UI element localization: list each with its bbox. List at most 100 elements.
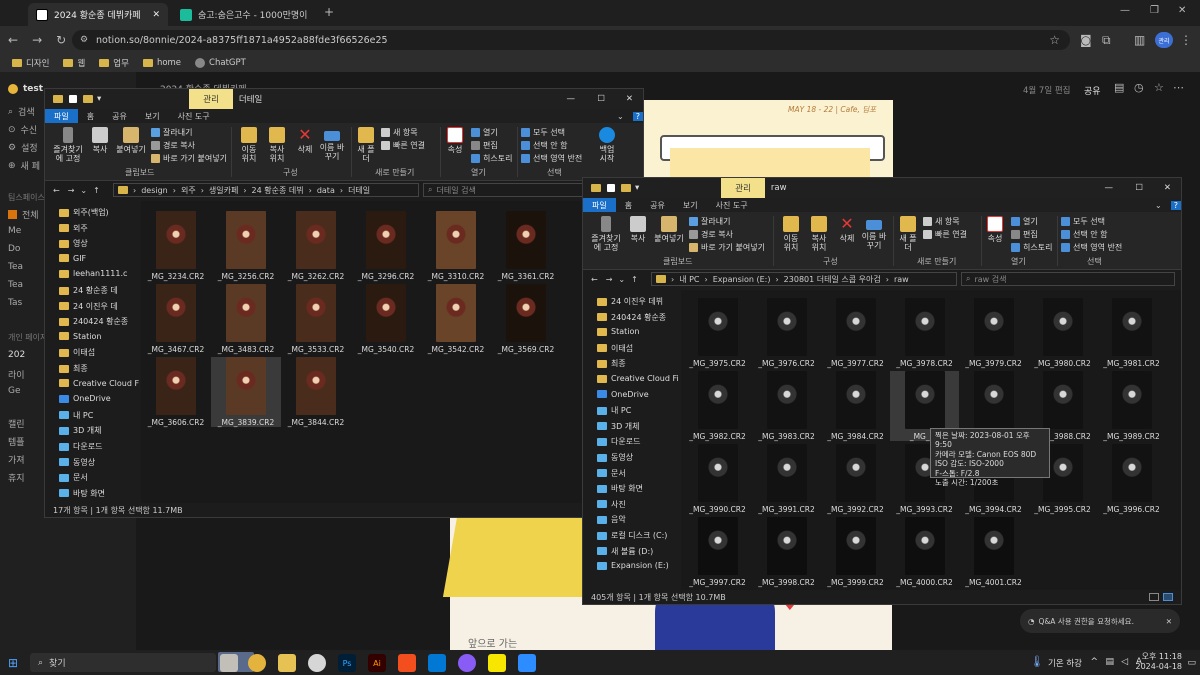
new-folder-button[interactable]: 새 폴더 [357, 127, 375, 163]
sidebar-item-templates[interactable]: 템플 [8, 435, 25, 448]
forward-icon[interactable]: → [32, 33, 42, 47]
sidebar-item-inbox[interactable]: ⊙ 수신 [8, 123, 37, 137]
comment-icon[interactable]: ▤ [1114, 81, 1124, 94]
path-segment[interactable]: 230801 더테일 스콥 우아검 [784, 274, 881, 285]
file-thumbnail[interactable]: _MG_3982.CR2 [683, 371, 752, 441]
file-thumbnail[interactable]: _MG_3983.CR2 [752, 371, 821, 441]
new-folder-button[interactable]: 새 폴더 [899, 216, 917, 252]
tree-item[interactable]: 다운로드 [597, 436, 640, 447]
file-explorer-icon[interactable] [278, 654, 296, 672]
tab-photo-tools[interactable]: 사진 도구 [169, 111, 219, 122]
sidebar-item-import[interactable]: 가져 [8, 453, 25, 466]
paste-shortcut-button[interactable]: 바로 가기 붙여넣기 [689, 242, 765, 253]
sidebar-item-2024[interactable]: 202 [8, 350, 25, 360]
file-thumbnail[interactable]: _MG_3975.CR2 [683, 298, 752, 368]
illustrator-icon[interactable]: Ai [368, 654, 386, 672]
cut-button[interactable]: 잘라내기 [689, 216, 730, 227]
tree-item[interactable]: 내 PC [597, 405, 631, 416]
tree-item[interactable]: GIF [59, 254, 86, 263]
sidebar-item-team[interactable]: Tea [8, 262, 23, 272]
sidebar-item-tasks[interactable]: Tas [8, 298, 22, 308]
file-thumbnail[interactable]: _MG_3996.CR2 [1097, 444, 1166, 514]
sidebar-item-docs[interactable]: Do [8, 244, 20, 254]
quick-access-check-icon[interactable] [607, 184, 615, 192]
back-icon[interactable]: ← [591, 275, 598, 284]
sidebar-item-library[interactable]: 라이 [8, 368, 25, 381]
file-thumbnail[interactable]: _MG_3839.CR2 [211, 357, 281, 427]
tray-chevron-icon[interactable]: ^ [1090, 657, 1098, 667]
file-thumbnail[interactable]: _MG_3991.CR2 [752, 444, 821, 514]
browser-tab[interactable]: 숨고:숨은고수 - 1000만명이 선 [172, 3, 322, 26]
edit-button[interactable]: 편집 [1011, 229, 1038, 240]
file-thumbnail[interactable]: _MG_3999.CR2 [821, 517, 890, 587]
invert-selection-button[interactable]: 선택 영역 반전 [1061, 242, 1122, 253]
close-icon[interactable]: ✕ [626, 94, 633, 104]
file-thumbnail[interactable]: _MG_3483.CR2 [211, 284, 281, 354]
copy-to-button[interactable]: 복사 위치 [807, 216, 831, 252]
tree-item[interactable]: 이태섭 [59, 347, 95, 358]
back-icon[interactable]: ← [53, 186, 60, 195]
help-icon[interactable]: ? [632, 111, 643, 121]
zoom-icon[interactable] [518, 654, 536, 672]
sidebar-item-team2[interactable]: Tea [8, 280, 23, 290]
app-icon[interactable] [308, 654, 326, 672]
star-icon[interactable]: ☆ [1049, 33, 1060, 47]
bookmark-work[interactable]: 업무 [99, 57, 129, 69]
tree-item[interactable]: 240424 황순종 [59, 316, 128, 327]
file-thumbnail[interactable]: _MG_3361.CR2 [491, 211, 561, 281]
minimize-icon[interactable]: — [1105, 183, 1114, 193]
tree-item[interactable]: 외주(백업) [59, 207, 109, 218]
file-thumbnail[interactable]: _MG_3256.CR2 [211, 211, 281, 281]
dropdown-icon[interactable]: ▾ [635, 183, 639, 193]
file-thumbnail[interactable]: _MG_3844.CR2 [281, 357, 351, 427]
path-segment[interactable]: 더테일 [348, 185, 370, 196]
sidebar-item-calendar[interactable]: 캘린 [8, 417, 25, 430]
sidebar-item-getting-started[interactable]: Ge [8, 386, 21, 396]
path-segment[interactable]: 외주 [181, 185, 196, 196]
tree-item[interactable]: Creative Cloud Fil [59, 379, 139, 388]
tree-item[interactable]: OneDrive [597, 390, 649, 399]
forward-icon[interactable]: → [606, 275, 613, 284]
tree-item[interactable]: 24 황순종 데 [59, 285, 118, 296]
bookmark-design[interactable]: 디자인 [12, 57, 49, 69]
paste-button[interactable]: 붙여넣기 [115, 127, 147, 154]
sidepanel-icon[interactable]: ▥ [1134, 33, 1145, 47]
select-all-button[interactable]: 모두 선택 [1061, 216, 1105, 227]
minimize-icon[interactable]: — [1120, 5, 1130, 16]
chevron-down-icon[interactable]: ⌄ [608, 112, 633, 121]
file-thumbnail[interactable]: _MG_3533.CR2 [281, 284, 351, 354]
file-thumbnail[interactable]: _MG_3977.CR2 [821, 298, 890, 368]
tab-share[interactable]: 공유 [641, 200, 674, 211]
share-button[interactable]: 공유 [1084, 84, 1101, 97]
taskbar-search[interactable]: ⌕ 찾기 [30, 653, 216, 672]
sidebar-item-trash[interactable]: 휴지 [8, 471, 25, 484]
select-all-button[interactable]: 모두 선택 [521, 127, 565, 138]
edit-button[interactable]: 편집 [471, 140, 498, 151]
address-path[interactable]: › design › 외주 › 생일카페 › 24 황순종 데뷔 › data › 더테일 [113, 183, 419, 197]
sidebar-item-search[interactable]: ⌕ 검색 [8, 105, 35, 119]
history-button[interactable]: 히스토리 [471, 153, 512, 164]
discord-icon[interactable] [458, 654, 476, 672]
tree-item[interactable]: 사진 [597, 499, 626, 510]
pin-button[interactable]: 즐겨찾기에 고정 [51, 127, 85, 163]
tree-item[interactable]: 외주 [59, 223, 88, 234]
details-view-icon[interactable] [1149, 593, 1159, 601]
tree-item[interactable]: 240424 황순종 [597, 312, 666, 323]
file-thumbnail[interactable]: _MG_4001.CR2 [959, 517, 1028, 587]
tree-item[interactable]: 24 이진우 데 [59, 301, 118, 312]
notification-icon[interactable]: ▭ [1187, 658, 1196, 668]
tree-item[interactable]: Expansion (E:) [597, 561, 669, 570]
tree-item[interactable]: 3D 개체 [597, 421, 640, 432]
chevron-down-icon[interactable]: ⌄ [80, 186, 87, 195]
backup-button[interactable]: 백업 시작 [595, 127, 619, 163]
search-input[interactable]: ⌕ raw 검색 [961, 272, 1175, 286]
copy-to-button[interactable]: 복사 위치 [265, 127, 289, 163]
tab-file[interactable]: 파일 [583, 198, 616, 212]
up-icon[interactable]: ↑ [93, 186, 100, 195]
tree-item[interactable]: 바탕 화면 [59, 488, 105, 499]
paste-button[interactable]: 붙여넣기 [653, 216, 685, 243]
tree-item[interactable]: Station [59, 332, 101, 341]
tab-home[interactable]: 홈 [616, 200, 641, 211]
file-thumbnail[interactable]: _MG_3606.CR2 [141, 357, 211, 427]
file-thumbnail[interactable]: _MG_3997.CR2 [683, 517, 752, 587]
